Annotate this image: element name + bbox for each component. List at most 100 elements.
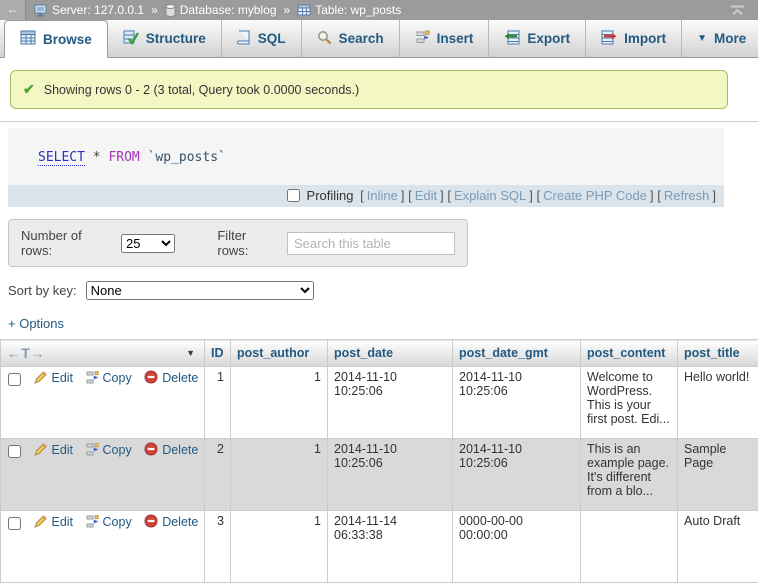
breadcrumb-separator: » (151, 3, 158, 17)
cell-id: 1 (205, 367, 231, 439)
divider (0, 121, 758, 122)
results-table: ←T→ ▼ ID post_author post_date post_date… (0, 339, 758, 583)
breadcrumb-database[interactable]: Database: myblog (180, 3, 277, 17)
cell-post-content: Welcome to WordPress. This is your first… (581, 367, 678, 439)
collapse-console-icon[interactable] (729, 5, 746, 16)
cell-post-date-gmt: 2014-11-10 10:25:06 (453, 439, 581, 511)
tab-browse[interactable]: Browse (4, 20, 108, 58)
row-checkbox[interactable] (8, 373, 21, 386)
actions-header[interactable]: ←T→ ▼ (1, 340, 205, 367)
sql-table-identifier: `wp_posts` (148, 150, 226, 165)
delete-row-link[interactable]: Delete (144, 443, 198, 457)
structure-icon (123, 30, 139, 48)
filter-rows-input[interactable] (287, 232, 455, 255)
tab-label: Structure (146, 31, 206, 46)
cell-post-author: 1 (231, 511, 328, 583)
breadcrumb-server[interactable]: Server: 127.0.0.1 (52, 3, 144, 17)
query-links-bar: Profiling [ Inline ] [ Edit ] [ Explain … (8, 185, 724, 207)
result-message: ✔ Showing rows 0 - 2 (3 total, Query too… (10, 70, 728, 109)
bracket: ] (712, 188, 716, 203)
server-icon (34, 4, 48, 17)
edit-row-link[interactable]: Edit (34, 443, 73, 457)
cell-post-date: 2014-11-14 06:33:38 (328, 511, 453, 583)
sort-controls: Sort by key: None (8, 281, 758, 300)
sort-by-key-label: Sort by key: (8, 283, 77, 298)
tab-export[interactable]: Export (489, 20, 586, 57)
pencil-icon (34, 443, 47, 456)
success-check-icon: ✔ (23, 81, 35, 98)
column-header-id[interactable]: ID (205, 340, 231, 367)
cell-post-date: 2014-11-10 10:25:06 (328, 367, 453, 439)
tab-label: More (714, 31, 746, 46)
column-header-post-content[interactable]: post_content (581, 340, 678, 367)
row-controls: Number of rows: 25 Filter rows: (8, 219, 468, 267)
copy-icon (86, 515, 99, 528)
cell-post-content (581, 511, 678, 583)
table-row: Edit Copy Delete 1 1 2014-11-10 10:25:06… (1, 367, 758, 439)
tab-sql[interactable]: SQL (222, 20, 302, 57)
cell-post-author: 1 (231, 439, 328, 511)
sql-keyword-select[interactable]: SELECT (38, 150, 85, 166)
row-checkbox[interactable] (8, 517, 21, 530)
edit-query-link[interactable]: Edit (415, 188, 437, 203)
tab-label: SQL (258, 31, 286, 46)
breadcrumb-table[interactable]: Table: wp_posts (315, 3, 401, 17)
table-icon (297, 4, 311, 16)
row-checkbox[interactable] (8, 445, 21, 458)
sql-keyword-from: FROM (108, 150, 139, 165)
pencil-icon (34, 371, 47, 384)
delete-row-link[interactable]: Delete (144, 515, 198, 529)
header-row: ←T→ ▼ ID post_author post_date post_date… (1, 340, 758, 367)
delete-icon (144, 370, 158, 384)
copy-row-link[interactable]: Copy (86, 371, 132, 385)
options-toggle-link[interactable]: + Options (8, 316, 64, 331)
back-button[interactable]: ← (0, 0, 26, 20)
create-php-code-link[interactable]: Create PHP Code (543, 188, 647, 203)
column-header-post-date[interactable]: post_date (328, 340, 453, 367)
tab-structure[interactable]: Structure (108, 20, 222, 57)
copy-icon (86, 371, 99, 384)
tab-more[interactable]: ▼ More (682, 20, 758, 57)
column-header-post-author[interactable]: post_author (231, 340, 328, 367)
result-message-text: Showing rows 0 - 2 (3 total, Query took … (44, 83, 359, 97)
cell-id: 3 (205, 511, 231, 583)
edit-row-link[interactable]: Edit (34, 371, 73, 385)
sql-query-panel: SELECT * FROM `wp_posts` Profiling [ Inl… (8, 128, 724, 207)
number-of-rows-label: Number of rows: (21, 228, 112, 258)
tab-search[interactable]: Search (302, 20, 400, 57)
profiling-label: Profiling (307, 188, 354, 203)
sort-desc-icon[interactable]: ▼ (186, 348, 195, 358)
number-of-rows-select[interactable]: 25 (121, 234, 175, 253)
copy-icon (86, 443, 99, 456)
delete-row-link[interactable]: Delete (144, 371, 198, 385)
table-row: Edit Copy Delete 2 1 2014-11-10 10:25:06… (1, 439, 758, 511)
column-order-icon[interactable]: ←T→ (7, 346, 45, 361)
column-header-post-date-gmt[interactable]: post_date_gmt (453, 340, 581, 367)
row-actions: Edit Copy Delete (1, 367, 205, 439)
edit-row-link[interactable]: Edit (34, 515, 73, 529)
explain-sql-link[interactable]: Explain SQL (454, 188, 526, 203)
tab-label: Import (624, 31, 666, 46)
cell-post-title: Auto Draft (678, 511, 758, 583)
filter-rows-label: Filter rows: (217, 228, 278, 258)
inline-link[interactable]: Inline (367, 188, 398, 203)
import-icon (601, 30, 617, 48)
column-header-post-title[interactable]: post_title (678, 340, 758, 367)
search-icon (317, 30, 332, 48)
refresh-link[interactable]: Refresh (664, 188, 710, 203)
profiling-checkbox[interactable] (287, 189, 300, 202)
copy-row-link[interactable]: Copy (86, 515, 132, 529)
copy-row-link[interactable]: Copy (86, 443, 132, 457)
cell-post-date-gmt: 2014-11-10 10:25:06 (453, 367, 581, 439)
row-actions: Edit Copy Delete (1, 439, 205, 511)
cell-post-content: This is an example page. It's different … (581, 439, 678, 511)
cell-id: 2 (205, 439, 231, 511)
insert-icon (415, 30, 430, 48)
cell-post-date: 2014-11-10 10:25:06 (328, 439, 453, 511)
bracket: ] [ (401, 188, 412, 203)
sort-by-key-select[interactable]: None (86, 281, 314, 300)
cell-post-title: Sample Page (678, 439, 758, 511)
cell-post-author: 1 (231, 367, 328, 439)
tab-insert[interactable]: Insert (400, 20, 490, 57)
tab-import[interactable]: Import (586, 20, 682, 57)
